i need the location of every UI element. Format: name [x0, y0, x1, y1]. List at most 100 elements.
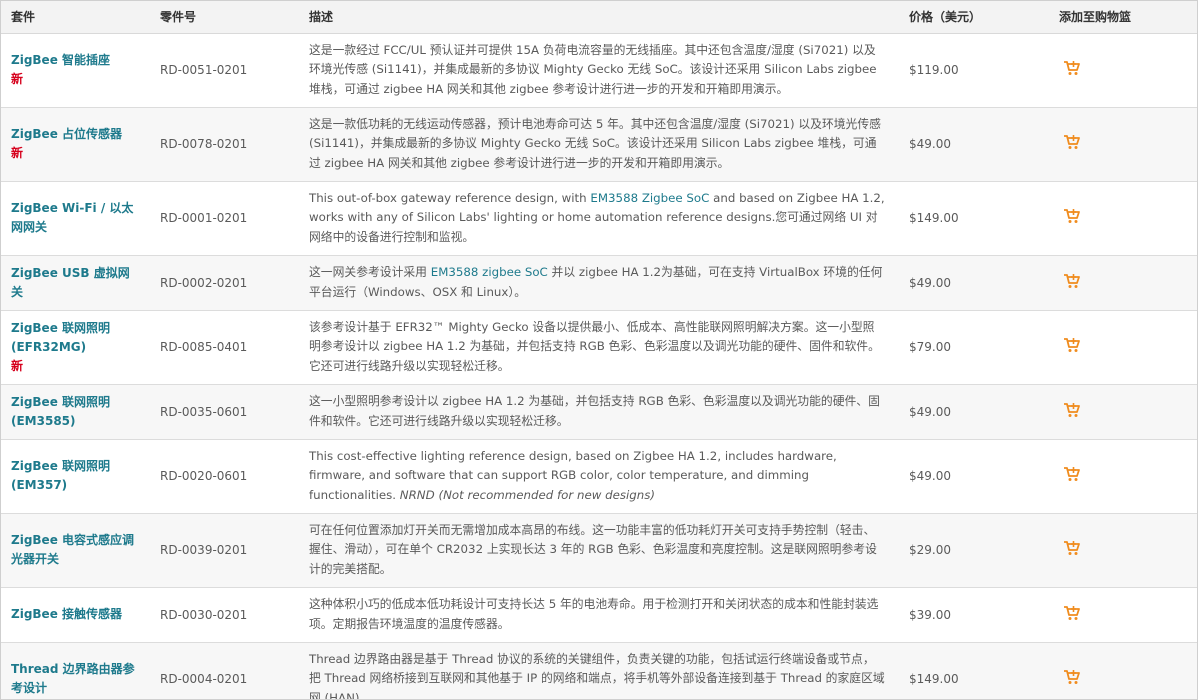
header-part-number: 零件号: [150, 1, 299, 34]
header-add-to-cart: 添加至购物篮: [1049, 1, 1197, 34]
kit-name-link[interactable]: ZigBee 联网照明 (EM357): [11, 459, 110, 492]
add-to-cart-icon[interactable]: [1063, 134, 1081, 150]
add-to-cart-icon[interactable]: [1063, 273, 1081, 289]
kit-name-link[interactable]: ZigBee 联网照明 (EFR32MG): [11, 321, 110, 354]
add-to-cart-icon[interactable]: [1063, 540, 1081, 556]
add-to-cart-cell: [1049, 587, 1197, 642]
kit-name-cell: ZigBee 联网照明 (EFR32MG) 新: [1, 310, 150, 384]
reference-design-table-frame: 套件 零件号 描述 价格（美元） 添加至购物篮 ZigBee 智能插座新 RD-0…: [0, 0, 1198, 700]
table-row: ZigBee 智能插座新 RD-0051-0201 这是一款经过 FCC/UL 预认…: [1, 33, 1197, 107]
kit-name-cell: ZigBee USB 虚拟网关: [1, 255, 150, 310]
description-text: This out-of-box gateway reference design…: [309, 190, 591, 205]
add-to-cart-icon[interactable]: [1063, 466, 1081, 482]
price: $79.00: [909, 340, 951, 354]
kit-name-link[interactable]: ZigBee 联网照明 (EM3585): [11, 395, 110, 428]
description-note: NRND (Not recommended for new designs): [399, 487, 655, 502]
kit-name-link[interactable]: ZigBee 接触传感器: [11, 607, 122, 621]
add-to-cart-cell: [1049, 310, 1197, 384]
kit-name-link[interactable]: ZigBee Wi-Fi / 以太网网关: [11, 201, 133, 234]
add-to-cart-icon[interactable]: [1063, 402, 1081, 418]
add-to-cart-cell: [1049, 439, 1197, 513]
kit-name-cell: ZigBee 电容式感应调光器开关: [1, 513, 150, 587]
add-to-cart-icon[interactable]: [1063, 337, 1081, 353]
kit-name-cell: ZigBee 占位传感器新: [1, 107, 150, 181]
kit-name-link[interactable]: ZigBee 智能插座: [11, 53, 110, 67]
table-row: ZigBee USB 虚拟网关 RD-0002-0201 这一网关参考设计采用 EM…: [1, 255, 1197, 310]
add-to-cart-icon[interactable]: [1063, 605, 1081, 621]
description-text: 这是一款经过 FCC/UL 预认证并可提供 15A 负荷电流容量的无线插座。其中…: [309, 42, 877, 96]
table-row: ZigBee 接触传感器 RD-0030-0201 这种体积小巧的低成本低功耗设计可…: [1, 587, 1197, 642]
part-number: RD-0002-0201: [160, 275, 248, 290]
add-to-cart-cell: [1049, 384, 1197, 439]
price: $149.00: [909, 211, 959, 225]
kit-name-cell: ZigBee 联网照明 (EM3585): [1, 384, 150, 439]
table-header-row: 套件 零件号 描述 价格（美元） 添加至购物篮: [1, 1, 1197, 34]
new-badge: 新: [11, 358, 24, 373]
new-badge: 新: [11, 72, 24, 86]
description-text: 这是一款低功耗的无线运动传感器，预计电池寿命可达 5 年。其中还包含温度/湿度 …: [309, 116, 881, 170]
description: 这是一款低功耗的无线运动传感器，预计电池寿命可达 5 年。其中还包含温度/湿度 …: [299, 107, 899, 181]
part-number: RD-0001-0201: [160, 211, 248, 225]
price: $29.00: [909, 543, 951, 557]
description-text: Thread 边界路由器是基于 Thread 协议的系统的关键组件，负责关键的功…: [309, 651, 885, 700]
description: 这种体积小巧的低成本低功耗设计可支持长达 5 年的电池寿命。用于检测打开和关闭状…: [299, 587, 899, 642]
description: 可在任何位置添加灯开关而无需增加成本高昂的布线。这一功能丰富的低功耗灯开关可支持…: [299, 513, 899, 587]
add-to-cart-icon[interactable]: [1063, 208, 1081, 224]
description-text: 这一网关参考设计采用: [309, 265, 431, 279]
table-row: ZigBee 电容式感应调光器开关 RD-0039-0201 可在任何位置添加灯开关…: [1, 513, 1197, 587]
kit-name-cell: ZigBee 联网照明 (EM357): [1, 439, 150, 513]
kit-name-cell: ZigBee Wi-Fi / 以太网网关: [1, 181, 150, 255]
price: $119.00: [909, 63, 959, 77]
description-text: 这一小型照明参考设计以 zigbee HA 1.2 为基础，并包括支持 RGB …: [309, 394, 880, 428]
part-number: RD-0020-0601: [160, 469, 248, 483]
table-row: ZigBee 联网照明 (EM3585) RD-0035-0601 这一小型照明参考…: [1, 384, 1197, 439]
kit-name-link[interactable]: ZigBee 电容式感应调光器开关: [11, 533, 134, 566]
description: This cost-effective lighting reference d…: [299, 439, 899, 513]
table-body: ZigBee 智能插座新 RD-0051-0201 这是一款经过 FCC/UL 预认…: [1, 33, 1197, 700]
table-row: Thread 边界路由器参考设计 RD-0004-0201 Thread 边界路由器…: [1, 642, 1197, 700]
part-number: RD-0030-0201: [160, 607, 248, 622]
part-number: RD-0004-0201: [160, 672, 248, 686]
header-price: 价格（美元）: [899, 1, 1049, 34]
add-to-cart-cell: [1049, 255, 1197, 310]
kit-name-link[interactable]: ZigBee USB 虚拟网关: [11, 266, 130, 299]
add-to-cart-cell: [1049, 107, 1197, 181]
price: $49.00: [909, 275, 951, 290]
description: 这是一款经过 FCC/UL 预认证并可提供 15A 负荷电流容量的无线插座。其中…: [299, 33, 899, 107]
part-number: RD-0078-0201: [160, 137, 248, 151]
table-row: ZigBee 占位传感器新 RD-0078-0201 这是一款低功耗的无线运动传感器…: [1, 107, 1197, 181]
add-to-cart-cell: [1049, 642, 1197, 699]
kit-name-link[interactable]: Thread 边界路由器参考设计: [11, 662, 135, 695]
description-text: 这种体积小巧的低成本低功耗设计可支持长达 5 年的电池寿命。用于检测打开和关闭状…: [309, 597, 879, 631]
price: $39.00: [909, 607, 951, 622]
part-number: RD-0039-0201: [160, 543, 248, 557]
price: $49.00: [909, 404, 951, 419]
kit-name-link[interactable]: ZigBee 占位传感器: [11, 127, 122, 141]
description: This out-of-box gateway reference design…: [299, 181, 899, 255]
description: 该参考设计基于 EFR32™ Mighty Gecko 设备以提供最小、低成本、…: [299, 310, 899, 384]
part-number: RD-0085-0401: [160, 340, 248, 354]
header-kit: 套件: [1, 1, 150, 34]
part-number: RD-0051-0201: [160, 63, 248, 77]
description-link[interactable]: EM3588 zigbee SoC: [431, 265, 548, 279]
part-number: RD-0035-0601: [160, 404, 248, 419]
kit-name-cell: Thread 边界路由器参考设计: [1, 642, 150, 699]
reference-design-table: 套件 零件号 描述 价格（美元） 添加至购物篮 ZigBee 智能插座新 RD-0…: [1, 1, 1197, 700]
kit-name-cell: ZigBee 智能插座新: [1, 33, 150, 107]
description-text: 可在任何位置添加灯开关而无需增加成本高昂的布线。这一功能丰富的低功耗灯开关可支持…: [309, 522, 877, 576]
price: $49.00: [909, 469, 951, 483]
description: 这一网关参考设计采用 EM3588 zigbee SoC 并以 zigbee H…: [299, 255, 899, 310]
kit-name-cell: ZigBee 接触传感器: [1, 587, 150, 642]
add-to-cart-cell: [1049, 33, 1197, 107]
table-row: ZigBee Wi-Fi / 以太网网关 RD-0001-0201 This out…: [1, 181, 1197, 255]
new-badge: 新: [11, 146, 24, 160]
description-link[interactable]: EM3588 Zigbee SoC: [590, 191, 709, 205]
add-to-cart-cell: [1049, 181, 1197, 255]
add-to-cart-icon[interactable]: [1063, 669, 1081, 685]
add-to-cart-cell: [1049, 513, 1197, 587]
header-description: 描述: [299, 1, 899, 34]
table-row: ZigBee 联网照明 (EM357) RD-0020-0601 This cost…: [1, 439, 1197, 513]
price: $149.00: [909, 672, 959, 686]
description: 这一小型照明参考设计以 zigbee HA 1.2 为基础，并包括支持 RGB …: [299, 384, 899, 439]
add-to-cart-icon[interactable]: [1063, 60, 1081, 76]
